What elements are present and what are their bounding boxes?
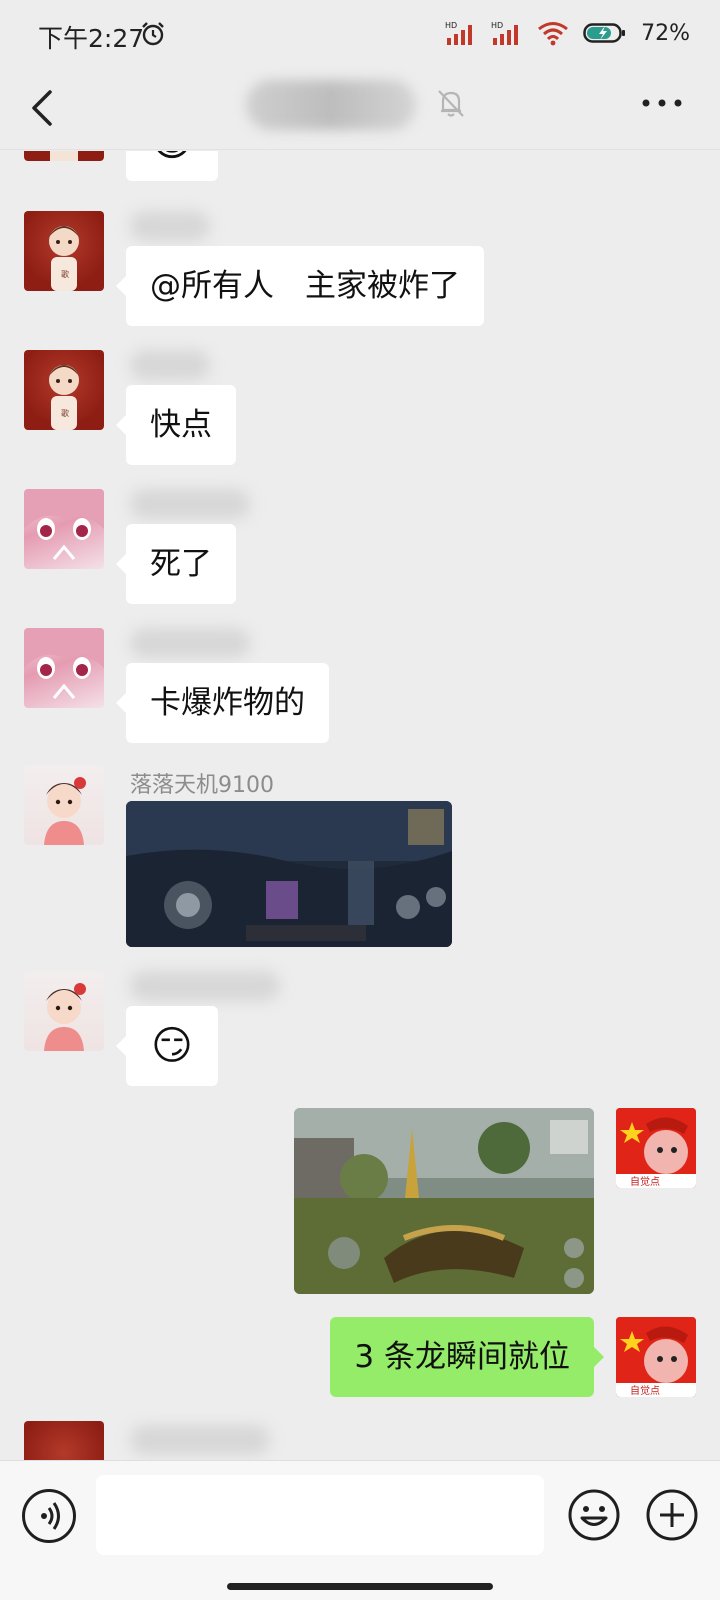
text-message[interactable]: @所有人 主家被炸了: [116, 246, 484, 326]
svg-text:歌: 歌: [61, 408, 69, 418]
girl-avatar-art: [44, 983, 86, 1051]
text-message[interactable]: 死了: [116, 524, 236, 604]
battery-icon: [583, 23, 626, 43]
wifi-icon: [538, 22, 569, 46]
smirk-emoji: 😏: [151, 1023, 193, 1069]
avatar[interactable]: [24, 628, 104, 708]
svg-text:HD: HD: [445, 21, 457, 30]
input-bar: [0, 1460, 720, 1600]
boy-avatar-art: 歌: [49, 365, 79, 430]
emoji-message[interactable]: 😏: [116, 1006, 218, 1086]
battery-percent: 72%: [641, 20, 690, 46]
avatar[interactable]: 歌: [24, 350, 104, 430]
svg-text:自觉点: 自觉点: [630, 1175, 660, 1188]
chat-title-blurred: [246, 80, 416, 130]
more-horizontal-icon[interactable]: [640, 96, 684, 110]
message-list[interactable]: 😁 歌 @所有人 主家被炸了 歌 快点: [0, 151, 720, 1460]
home-indicator[interactable]: [227, 1583, 493, 1590]
emoji-message[interactable]: 😁: [126, 151, 218, 181]
bell-off-icon: [438, 90, 464, 117]
sender-name-blurred: [130, 1425, 270, 1455]
image-message[interactable]: [126, 801, 452, 947]
text-message[interactable]: 3 条龙瞬间就位: [330, 1317, 604, 1397]
signal-icon: HD: [445, 21, 473, 45]
chevron-left-icon[interactable]: [22, 86, 62, 130]
sender-name-blurred: [130, 211, 210, 241]
avatar[interactable]: [24, 971, 104, 1051]
status-time: 下午2:27: [38, 24, 145, 53]
image-message[interactable]: [294, 1108, 594, 1294]
svg-text:HD: HD: [491, 21, 503, 30]
signal-icon: HD: [491, 21, 519, 45]
sender-name-blurred: [130, 489, 250, 519]
avatar[interactable]: [24, 489, 104, 569]
svg-text:歌: 歌: [61, 269, 69, 279]
avatar[interactable]: [24, 1421, 104, 1460]
alarm-icon: [142, 22, 164, 46]
girl-avatar-art: [44, 777, 86, 845]
flag-avatar-art: 自觉点: [616, 1108, 696, 1188]
avatar[interactable]: [24, 765, 104, 845]
svg-text:自觉点: 自觉点: [630, 1384, 660, 1397]
text-message[interactable]: 卡爆炸物的: [116, 663, 329, 743]
grin-emoji: 😁: [150, 151, 194, 181]
avatar[interactable]: 歌: [24, 211, 104, 291]
avatar[interactable]: 自觉点: [616, 1317, 696, 1397]
boy-avatar-art: 歌: [49, 226, 79, 291]
message-input[interactable]: [96, 1475, 544, 1555]
sender-name-blurred: [130, 971, 280, 1001]
anime-avatar-art: [24, 628, 104, 699]
voice-icon[interactable]: [22, 1489, 76, 1543]
emoji-smile-icon[interactable]: [566, 1487, 622, 1543]
anime-avatar-art: [24, 489, 104, 560]
avatar[interactable]: 自觉点: [616, 1108, 696, 1188]
status-bar: 下午2:27 HD HD 72%: [0, 0, 720, 66]
chat-header: [0, 66, 720, 150]
game-screenshot-image: [126, 801, 452, 947]
sender-name: 落落天机9100: [130, 773, 274, 798]
sender-name-blurred: [130, 350, 210, 380]
status-indicators: HD HD 72%: [445, 20, 690, 46]
sender-name-blurred: [130, 628, 250, 658]
text-message[interactable]: 快点: [116, 385, 236, 465]
game-screenshot-image: [294, 1108, 594, 1294]
avatar[interactable]: [24, 151, 104, 161]
flag-avatar-art: 自觉点: [616, 1317, 696, 1397]
plus-circle-icon[interactable]: [644, 1487, 700, 1543]
